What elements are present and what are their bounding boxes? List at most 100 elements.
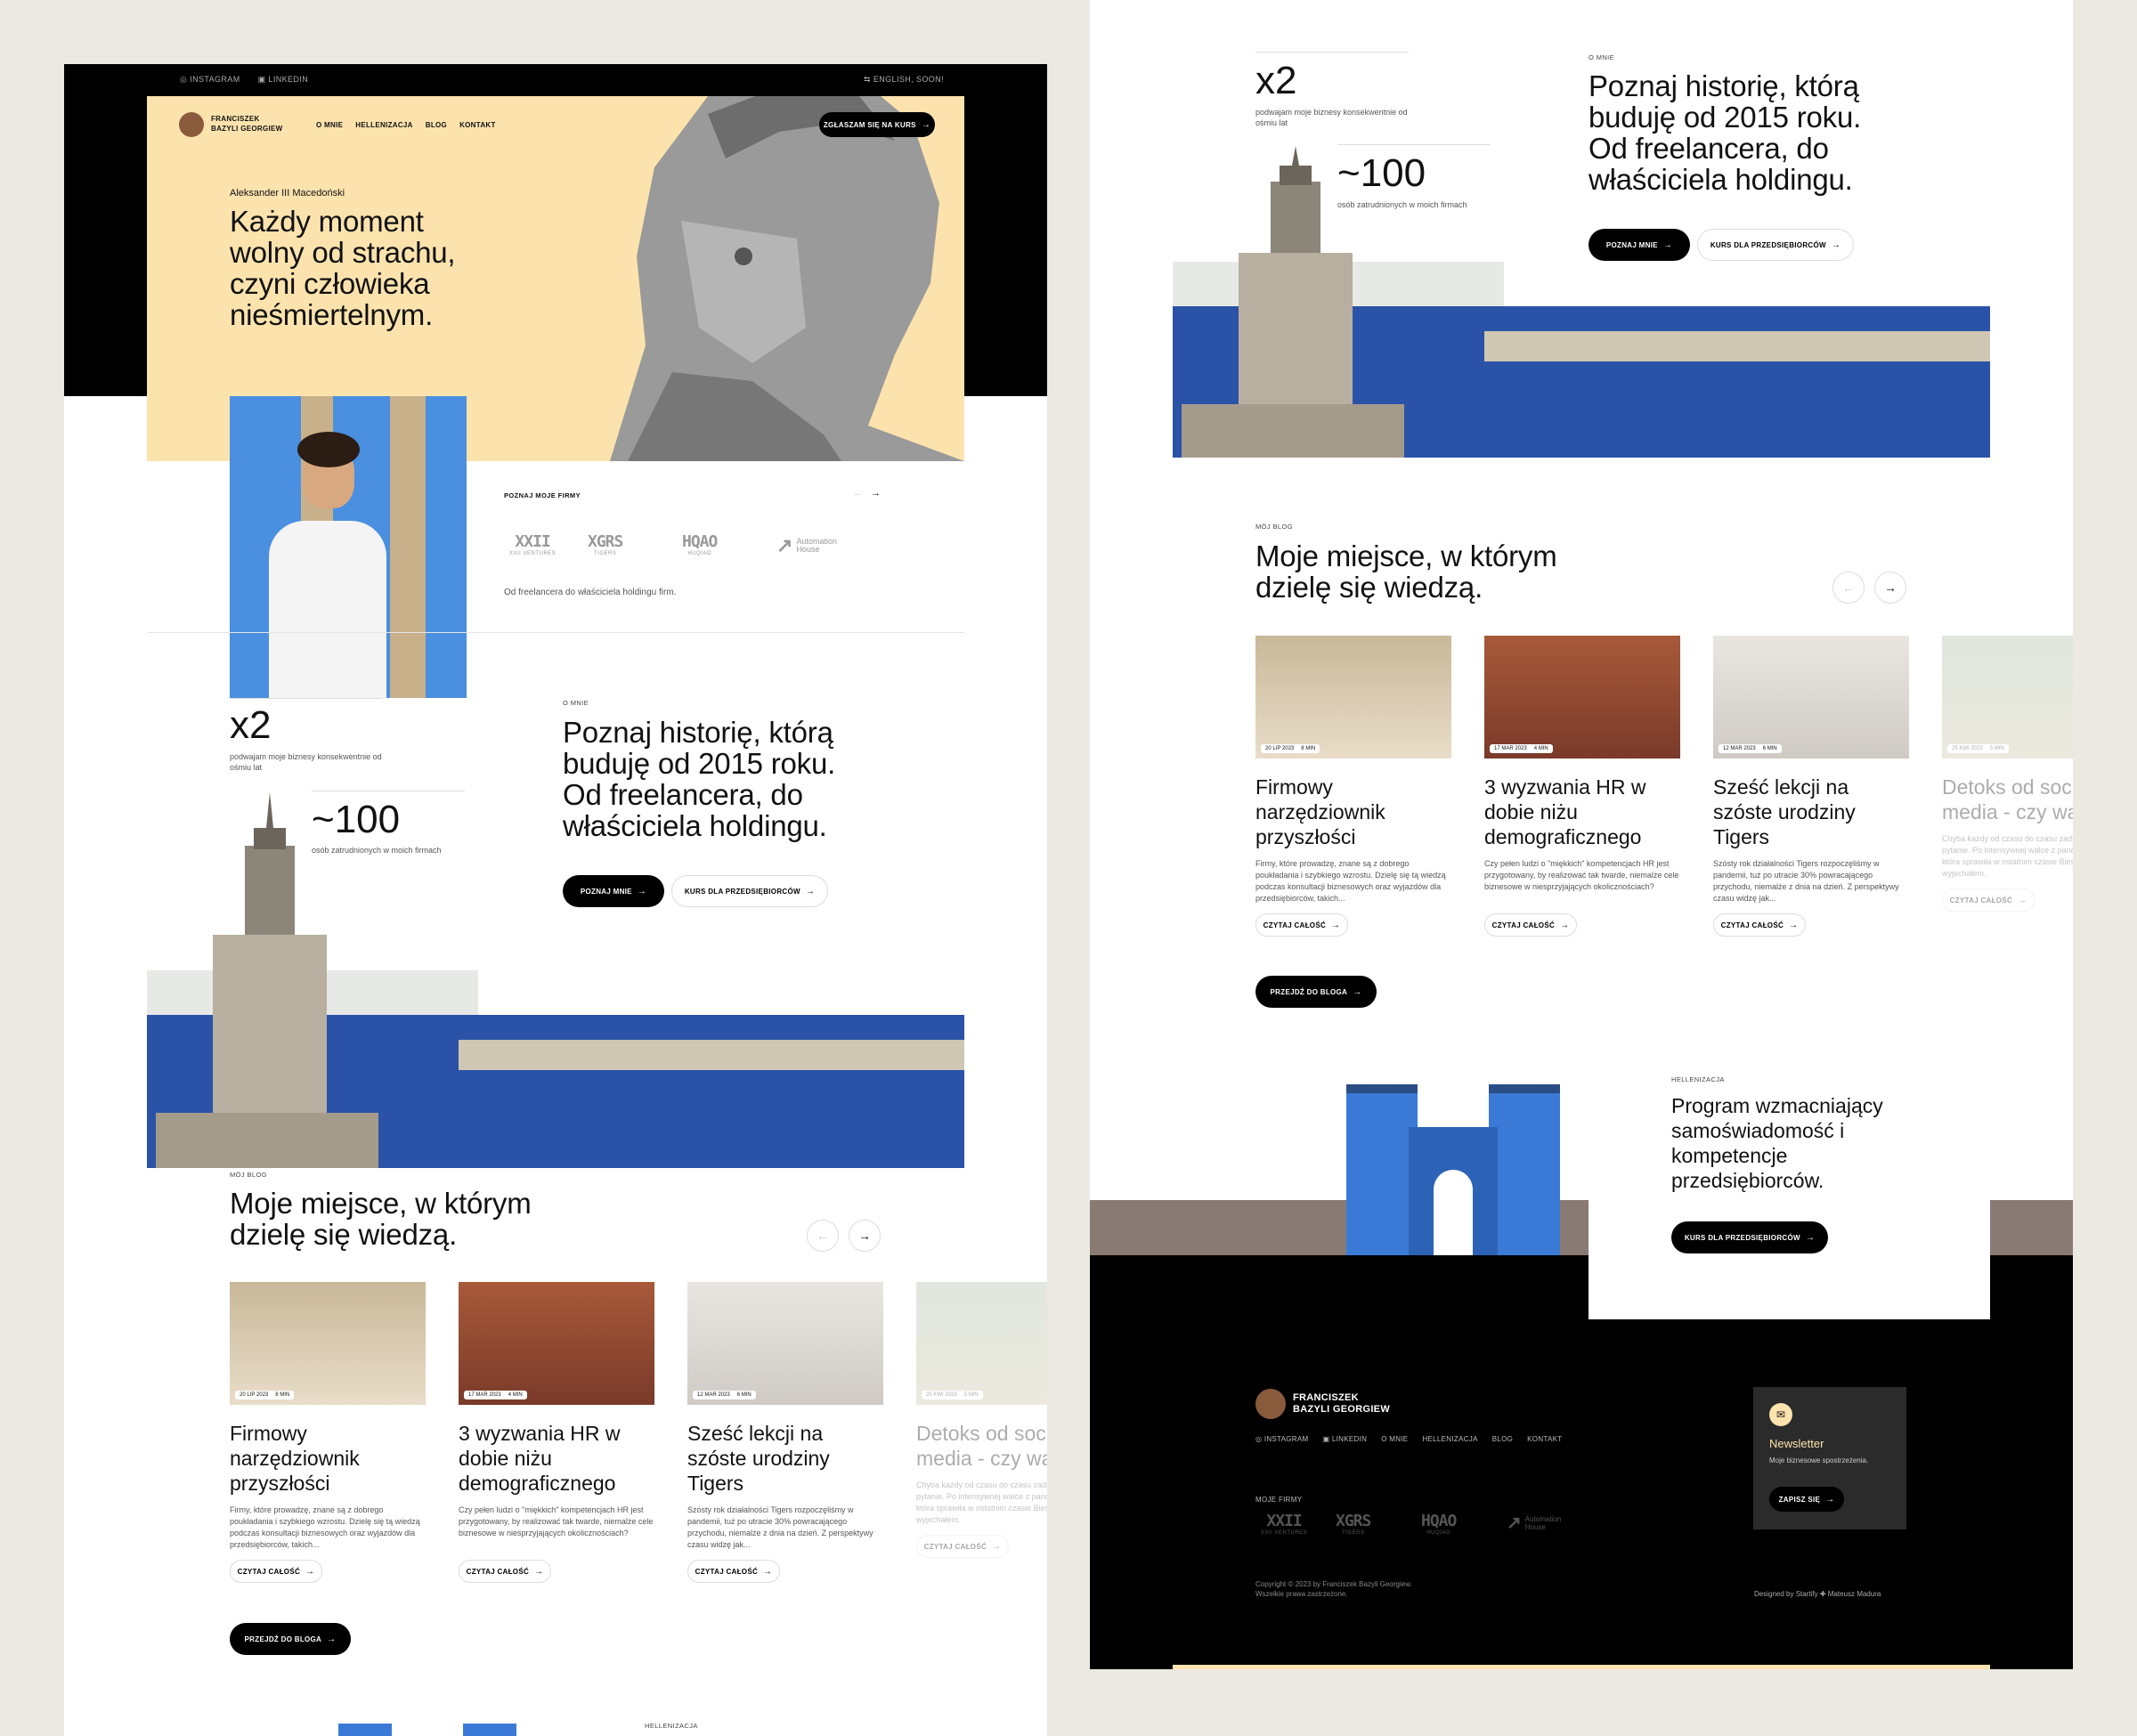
footer-logo-xxii[interactable]: XXII XXII VENTURES [1261,1512,1307,1536]
go-to-blog-button[interactable]: PRZEJDŹ DO BLOGA → [1255,976,1377,1008]
post-title[interactable]: Firmowy narzędziownik przyszłości [1255,775,1451,849]
post-title[interactable]: Firmowy narzędziownik przyszłości [230,1421,426,1496]
nav-contact[interactable]: KONTAKT [459,121,496,129]
blog-post-card[interactable]: 20 LIP 2023 8 MIN Firmowy narzędziownik p… [230,1282,426,1583]
footer-brand[interactable]: FRANCISZEK BAZYLI GEORGIEW [1293,1392,1390,1416]
read-more-button[interactable]: CZYTAJ CAŁOŚĆ → [1942,888,2035,912]
firm-logo-xxii[interactable]: XXII XXII VENTURES [509,532,556,556]
about-label: O MNIE [563,699,589,707]
firm-logo-huqiao[interactable]: HQAO HUQIAO [682,532,718,556]
arrow-right-icon: → [1560,920,1570,930]
arrow-right-icon: → [534,1566,544,1577]
statue-image [610,96,964,461]
footer-about[interactable]: O MNIE [1381,1435,1408,1443]
read-more-button[interactable]: CZYTAJ CAŁOŚĆ → [1484,913,1577,937]
post-title[interactable]: 3 wyzwania HR w dobie niżu demograficzne… [459,1421,654,1496]
post-title[interactable]: Sześć lekcji na szóste urodziny Tigers [1713,775,1909,849]
blog-post-card[interactable]: 20 LIP 2023 8 MIN Firmowy narzędziownik p… [1255,636,1451,937]
hellen-course-button[interactable]: KURS DLA PRZEDSIĘBIORCÓW → [1671,1221,1828,1253]
arrow-right-icon: → [305,1566,315,1577]
instagram-link[interactable]: ◎ INSTAGRAM [180,75,240,85]
nav-about[interactable]: O MNIE [316,121,343,129]
firms-next-arrow[interactable]: → [871,488,881,499]
blog-post-card[interactable]: 25 KWI 20235 MIN Detoks od social media … [916,1282,1047,1558]
footer-logo-tigers[interactable]: XGRS TIGERS [1336,1512,1371,1536]
read-more-button[interactable]: CZYTAJ CAŁOŚĆ → [916,1535,1009,1558]
footer-avatar[interactable] [1255,1389,1286,1419]
post-excerpt: Chyba każdy od czasu do czasu zadaje sob… [916,1480,1047,1524]
linkedin-link[interactable]: ▣ LINKEDIN [258,75,309,85]
footer-instagram[interactable]: ◎ INSTAGRAM [1255,1435,1308,1443]
avatar[interactable] [179,112,204,137]
blog-prev-button[interactable]: ← [1832,572,1865,604]
hellen-label: HELLENIZACJA [645,1722,698,1730]
language-switch[interactable]: ⇆ ENGLISH, SOON! [864,75,944,85]
arrow-right-icon: → [921,119,931,130]
blog-next-button[interactable]: → [849,1220,881,1252]
firm-logo-tigers[interactable]: XGRS TIGERS [588,532,623,556]
divider [1255,52,1409,53]
read-more-button[interactable]: CZYTAJ CAŁOŚĆ → [230,1560,322,1583]
post-title[interactable]: Sześć lekcji na szóste urodziny Tigers [687,1421,883,1496]
footer-contact[interactable]: KONTAKT [1527,1435,1562,1443]
footer-logo-huqiao[interactable]: HQAO HUQIAO [1421,1512,1457,1536]
post-title[interactable]: 3 wyzwania HR w dobie niżu demograficzne… [1484,775,1680,849]
ishtar-gate-illustration [1346,1084,1560,1255]
arrow-right-icon: → [1353,986,1362,997]
arrow-right-icon: → [763,1566,773,1577]
footer-hellenization[interactable]: HELLENIZACJA [1422,1435,1477,1443]
post-image: 20 LIP 2023 8 MIN [230,1282,426,1405]
blog-prev-button[interactable]: ← [807,1220,839,1252]
brand-name[interactable]: FRANCISZEK BAZYLI GEORGIEW [211,114,283,134]
arrow-right-icon: → [1884,580,1897,595]
read-more-button[interactable]: CZYTAJ CAŁOŚĆ → [459,1560,551,1583]
blog-post-card[interactable]: 25 KWI 20235 MIN Detoks od social media … [1942,636,2073,912]
about-label: O MNIE [1589,53,1615,61]
firms-label: POZNAJ MOJE FIRMY [504,491,581,499]
read-more-button[interactable]: CZYTAJ CAŁOŚĆ → [687,1560,780,1583]
post-excerpt: Chyba każdy od czasu do czasu zadaje sob… [1942,834,2073,878]
read-more-button[interactable]: CZYTAJ CAŁOŚĆ → [1255,913,1348,937]
arrow-right-icon: → [1805,1232,1816,1243]
arrow-right-icon: → [1825,1494,1835,1505]
blog-post-card[interactable]: 12 MAR 2023 6 MIN Sześć lekcji na szóste … [1713,636,1909,937]
stat-double-text: podwajam moje biznesy konsekwentnie od o… [230,752,382,772]
post-title[interactable]: Detoks od social media - czy warto? [1942,775,2073,824]
stat-double: x2 [230,703,272,747]
blog-heading: Moje miejsce, w którym dzielę się wiedzą… [230,1187,532,1251]
hellen-label: HELLENIZACJA [1671,1075,1725,1083]
lighthouse-illustration [147,792,964,1168]
signup-course-button[interactable]: ZGŁASZAM SIĘ NA KURS → [819,112,935,137]
post-image: 12 MAR 2023 6 MIN [687,1282,883,1405]
portrait-photo [230,396,467,698]
nav-hellenization[interactable]: HELLENIZACJA [355,121,413,129]
automation-logo-icon: ↗ [776,534,793,556]
arrow-right-icon: → [1789,920,1799,930]
automation-logo-icon: ↗ [1507,1513,1522,1533]
nav-blog[interactable]: BLOG [426,121,447,129]
hellen-heading: Program wzmacniający samoświadomość i ko… [1671,1094,1883,1192]
arrow-left-icon: ← [1842,580,1855,595]
lighthouse-illustration [1173,146,1990,458]
instagram-icon: ◎ [1255,1435,1263,1443]
blog-label: MÓJ BLOG [1255,523,1293,531]
blog-post-card[interactable]: 17 MAR 2023 4 MIN 3 wyzwania HR w dobie n… [1484,636,1680,937]
go-to-blog-button[interactable]: PRZEJDŹ DO BLOGA → [230,1623,351,1655]
blog-label: MÓJ BLOG [230,1171,267,1179]
firm-logo-automation[interactable]: ↗ Automation House [776,534,849,557]
newsletter-title: Newsletter [1769,1437,1824,1450]
stat-double: x2 [1255,59,1297,102]
read-more-button[interactable]: CZYTAJ CAŁOŚĆ → [1713,913,1806,937]
arrow-right-icon: → [2018,895,2027,905]
firms-prev-arrow[interactable]: ← [853,488,863,499]
blog-next-button[interactable]: → [1874,572,1906,604]
linkedin-icon: ▣ [1322,1435,1330,1443]
post-title[interactable]: Detoks od social media - czy warto? [916,1421,1047,1471]
blog-post-card[interactable]: 17 MAR 2023 4 MIN 3 wyzwania HR w dobie n… [459,1282,654,1583]
footer-logo-automation[interactable]: ↗ Automation House [1507,1512,1575,1534]
footer-blog[interactable]: BLOG [1492,1435,1513,1443]
newsletter-subscribe-button[interactable]: ZAPISZ SIĘ → [1769,1487,1844,1512]
blog-post-card[interactable]: 12 MAR 2023 6 MIN Sześć lekcji na szóste … [687,1282,883,1583]
footer-linkedin[interactable]: ▣ LINKEDIN [1322,1435,1367,1443]
homepage-preview-right: x2 podwajam moje biznesy konsekwentnie o… [1090,0,2073,1669]
